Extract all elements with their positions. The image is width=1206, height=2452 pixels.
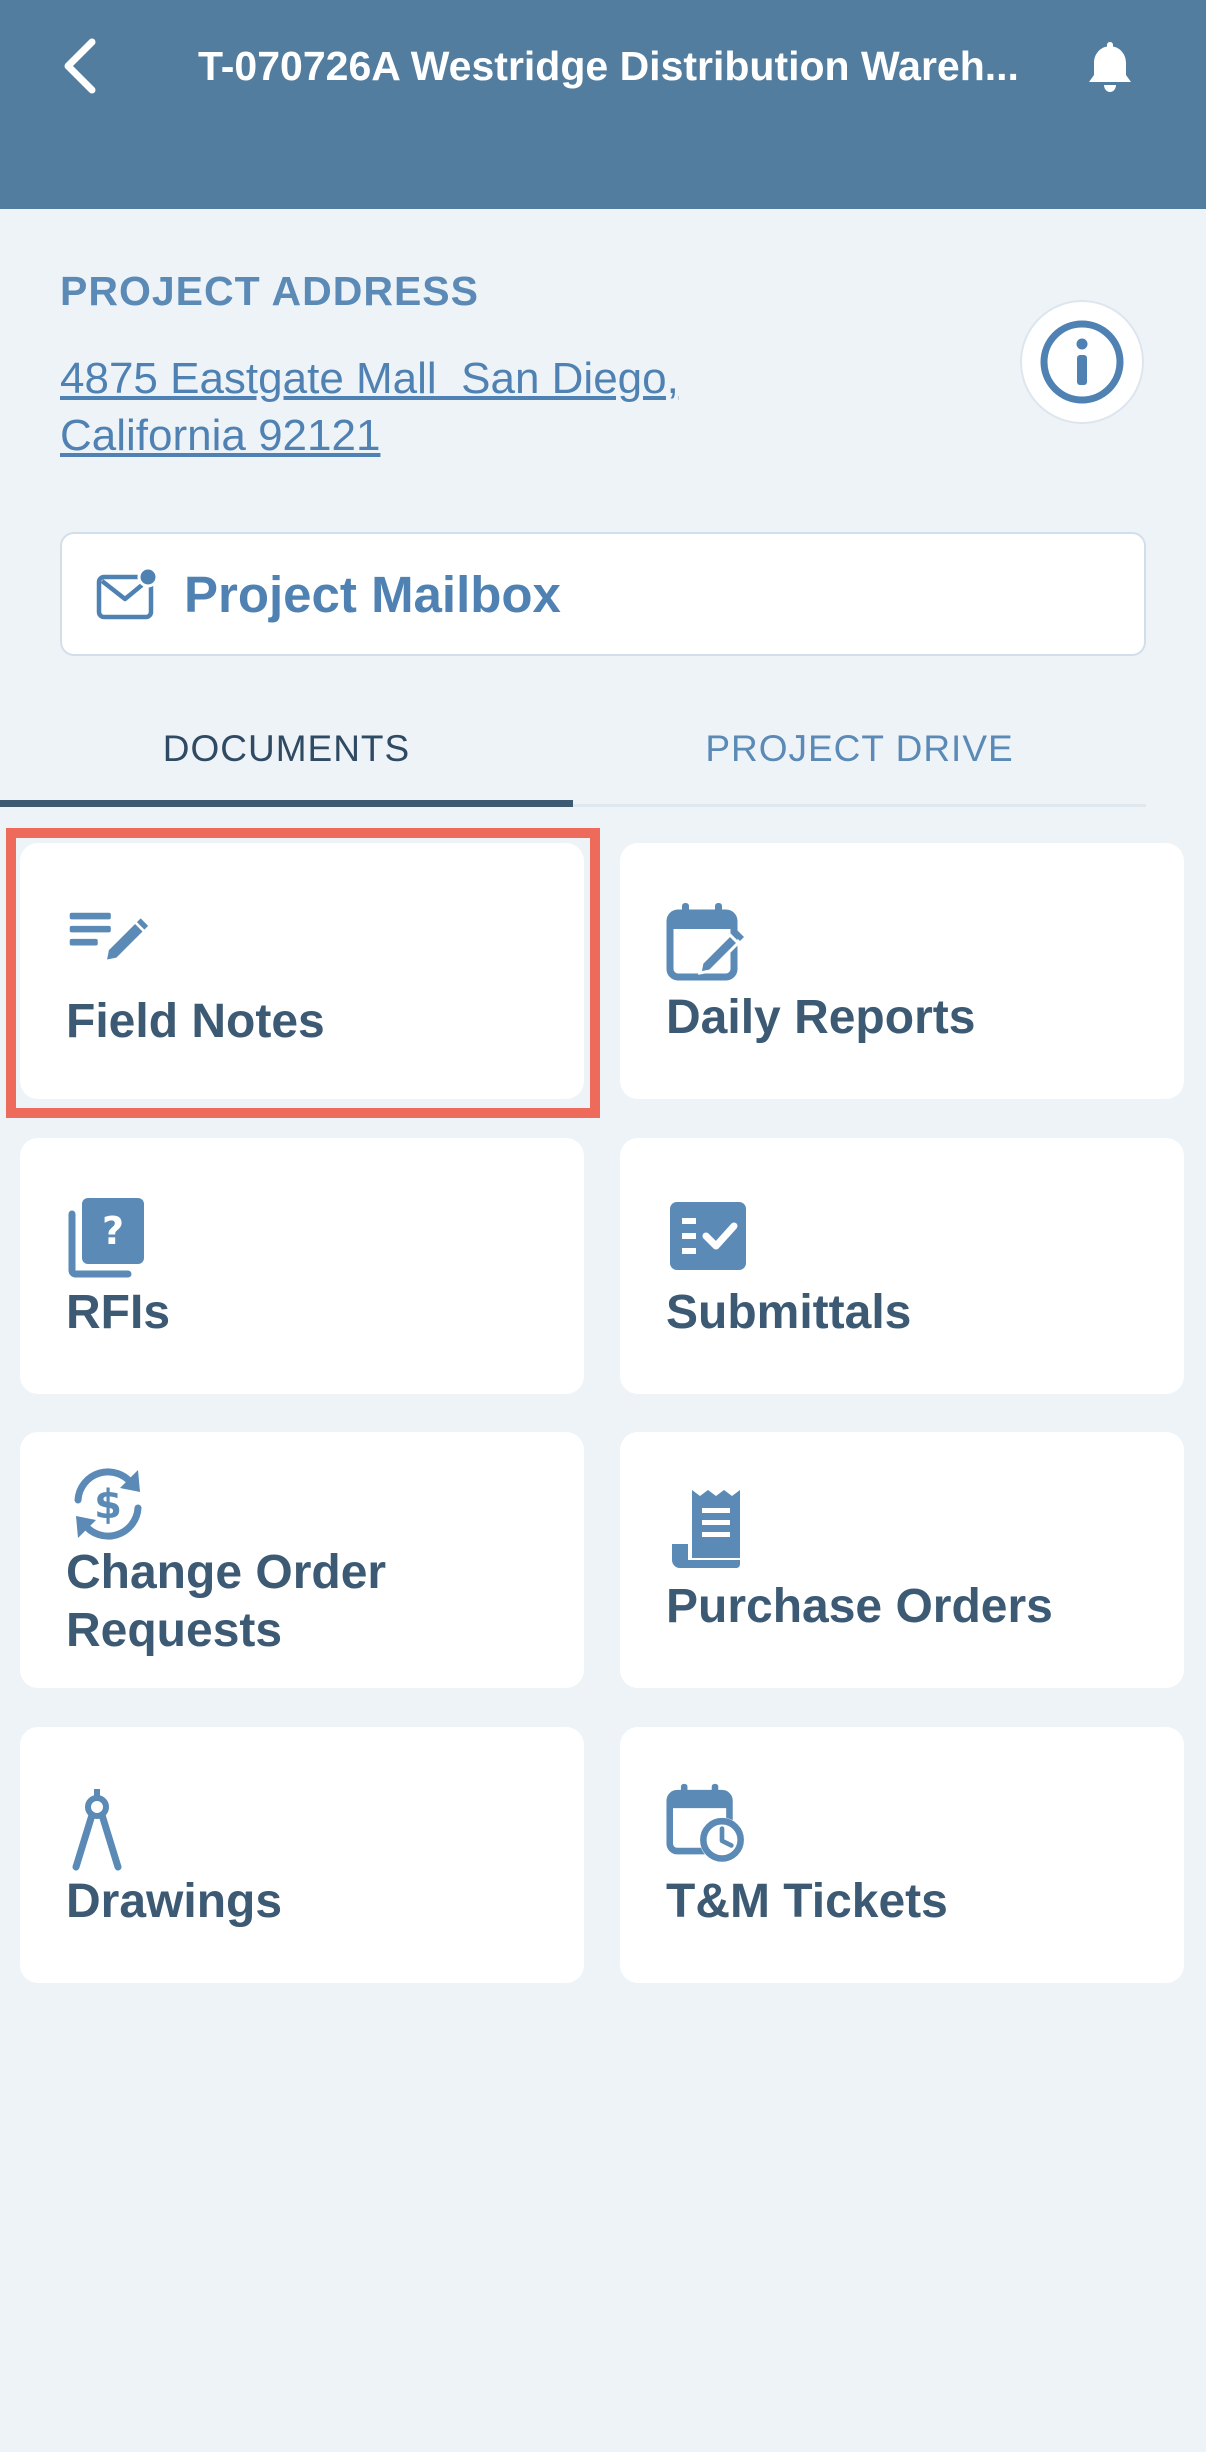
back-button[interactable] bbox=[56, 34, 104, 98]
project-mailbox-button[interactable]: Project Mailbox bbox=[60, 532, 1146, 656]
card-label: RFIs bbox=[66, 1286, 171, 1339]
page-title: T-070726A Westridge Distribution Wareh..… bbox=[198, 43, 1019, 89]
bell-icon bbox=[1089, 42, 1131, 92]
document-tabs: DOCUMENTS PROJECT DRIVE bbox=[0, 690, 1146, 808]
field-notes-card[interactable]: Field Notes bbox=[20, 843, 584, 1099]
project-address-link[interactable]: 4875 Eastgate Mall San Diego, California… bbox=[60, 350, 820, 464]
compass-icon bbox=[66, 1787, 150, 1871]
card-label: Drawings bbox=[66, 1875, 283, 1928]
project-address-heading: PROJECT ADDRESS bbox=[60, 268, 479, 314]
top-app-bar: T-070726A Westridge Distribution Wareh..… bbox=[0, 0, 1206, 209]
submittals-card[interactable]: Submittals bbox=[620, 1138, 1184, 1394]
checklist-icon bbox=[666, 1198, 750, 1282]
chevron-left-icon bbox=[64, 38, 96, 94]
notes-edit-icon bbox=[66, 903, 150, 987]
card-label: T&M Tickets bbox=[666, 1875, 948, 1928]
tm-tickets-card[interactable]: T&M Tickets bbox=[620, 1727, 1184, 1983]
change-order-requests-card[interactable]: $ Change Order Requests bbox=[20, 1432, 584, 1688]
notifications-button[interactable] bbox=[1082, 34, 1138, 98]
address-line-2: California 92121 bbox=[60, 411, 381, 460]
drawings-card[interactable]: Drawings bbox=[20, 1727, 584, 1983]
info-icon bbox=[1040, 320, 1124, 404]
mail-icon bbox=[96, 567, 158, 621]
rfis-card[interactable]: ? RFIs bbox=[20, 1138, 584, 1394]
card-label: Daily Reports bbox=[666, 991, 976, 1044]
calendar-clock-icon bbox=[666, 1779, 750, 1863]
purchase-orders-card[interactable]: Purchase Orders bbox=[620, 1432, 1184, 1688]
card-label: Purchase Orders bbox=[666, 1580, 1053, 1633]
svg-text:?: ? bbox=[102, 1209, 124, 1253]
tab-project-drive[interactable]: PROJECT DRIVE bbox=[573, 690, 1146, 808]
svg-text:$: $ bbox=[94, 1482, 122, 1528]
tab-divider bbox=[573, 804, 1146, 807]
tab-documents[interactable]: DOCUMENTS bbox=[0, 690, 573, 808]
project-mailbox-label: Project Mailbox bbox=[184, 565, 561, 623]
receipt-icon bbox=[666, 1488, 750, 1572]
daily-reports-card[interactable]: Daily Reports bbox=[620, 843, 1184, 1099]
card-label: Field Notes bbox=[66, 995, 325, 1048]
project-documents-screen: T-070726A Westridge Distribution Wareh..… bbox=[0, 0, 1206, 2452]
card-label: Submittals bbox=[666, 1286, 912, 1339]
project-info-button[interactable] bbox=[1020, 300, 1144, 424]
active-tab-indicator bbox=[0, 800, 573, 807]
address-line-1: 4875 Eastgate Mall San Diego, bbox=[60, 354, 679, 403]
calendar-edit-icon bbox=[666, 901, 750, 985]
dollar-refresh-icon: $ bbox=[66, 1462, 150, 1546]
question-book-icon: ? bbox=[66, 1196, 150, 1280]
card-label: Change Order Requests bbox=[66, 1546, 387, 1657]
